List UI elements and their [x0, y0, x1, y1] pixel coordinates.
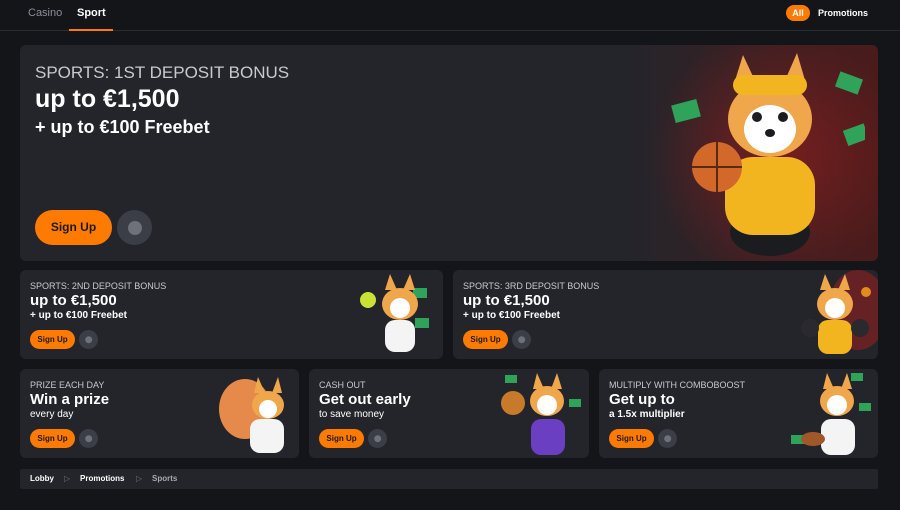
promotions-filter[interactable]: Promotions: [818, 8, 868, 18]
promo-card-cash-out[interactable]: CASH OUT Get out early to save money Sig…: [309, 369, 589, 458]
hero-promo-card[interactable]: SPORTS: 1ST DEPOSIT BONUS up to €1,500 +…: [20, 45, 878, 261]
fox-mascot-handball-icon: [501, 373, 581, 455]
tab-casino[interactable]: Casino: [28, 7, 62, 19]
filter-all-pill[interactable]: All: [786, 5, 810, 21]
promo-card-3rd-deposit[interactable]: SPORTS: 3RD DEPOSIT BONUS up to €1,500 +…: [453, 270, 878, 359]
card-headline: Get out early: [319, 391, 411, 408]
card-headline: up to €1,500: [30, 292, 117, 309]
hero-info-icon[interactable]: [117, 210, 152, 245]
info-icon[interactable]: [368, 429, 387, 448]
sign-up-button[interactable]: Sign Up: [30, 429, 75, 448]
card-subline: every day: [30, 409, 74, 420]
fox-mascot-racket-icon: [219, 377, 284, 453]
info-icon[interactable]: [512, 330, 531, 349]
hero-subline: + up to €100 Freebet: [35, 117, 210, 137]
promo-card-prize-each-day[interactable]: PRIZE EACH DAY Win a prize every day Sig…: [20, 369, 299, 458]
fox-mascot-rugby-icon: [791, 373, 871, 455]
breadcrumb: Lobby ▷ Promotions ▷ Sports: [20, 469, 878, 489]
fox-mascot-tennis-icon: [360, 274, 429, 352]
breadcrumb-promotions[interactable]: Promotions: [80, 474, 124, 483]
sign-up-button[interactable]: Sign Up: [30, 330, 75, 349]
promo-card-comboboost[interactable]: MULTIPLY WITH COMBOBOOST Get up to a 1.5…: [599, 369, 878, 458]
breadcrumb-sports: Sports: [152, 474, 178, 483]
card-headline: Get up to: [609, 391, 675, 408]
info-icon[interactable]: [79, 429, 98, 448]
card-subline: a 1.5x multiplier: [609, 409, 685, 420]
top-nav: Casino Sport All Promotions: [0, 0, 900, 31]
card-headline: up to €1,500: [463, 292, 550, 309]
active-tab-indicator: [69, 29, 113, 31]
breadcrumb-separator-icon: ▷: [136, 474, 143, 483]
sign-up-button[interactable]: Sign Up: [319, 429, 364, 448]
breadcrumb-separator-icon: ▷: [64, 474, 71, 483]
card-eyebrow: SPORTS: 3RD DEPOSIT BONUS: [463, 281, 600, 291]
tab-sport[interactable]: Sport: [77, 7, 106, 19]
card-subline: + up to €100 Freebet: [463, 310, 560, 321]
card-eyebrow: MULTIPLY WITH COMBOBOOST: [609, 380, 746, 390]
sign-up-button[interactable]: Sign Up: [609, 429, 654, 448]
promo-card-2nd-deposit[interactable]: SPORTS: 2ND DEPOSIT BONUS up to €1,500 +…: [20, 270, 443, 359]
fox-mascot-basketball-icon: [671, 53, 865, 256]
sign-up-button[interactable]: Sign Up: [463, 330, 508, 349]
fox-mascot-boxing-icon: [801, 270, 878, 354]
card-headline: Win a prize: [30, 391, 110, 408]
hero-headline: up to €1,500: [35, 85, 180, 113]
hero-eyebrow: SPORTS: 1ST DEPOSIT BONUS: [35, 63, 290, 82]
info-icon[interactable]: [658, 429, 677, 448]
card-eyebrow: PRIZE EACH DAY: [30, 380, 105, 390]
card-subline: + up to €100 Freebet: [30, 310, 127, 321]
card-eyebrow: CASH OUT: [319, 380, 366, 390]
card-eyebrow: SPORTS: 2ND DEPOSIT BONUS: [30, 281, 167, 291]
hero-sign-up-button[interactable]: Sign Up: [35, 210, 112, 245]
card-subline: to save money: [319, 409, 385, 420]
breadcrumb-lobby[interactable]: Lobby: [30, 474, 54, 483]
info-icon[interactable]: [79, 330, 98, 349]
